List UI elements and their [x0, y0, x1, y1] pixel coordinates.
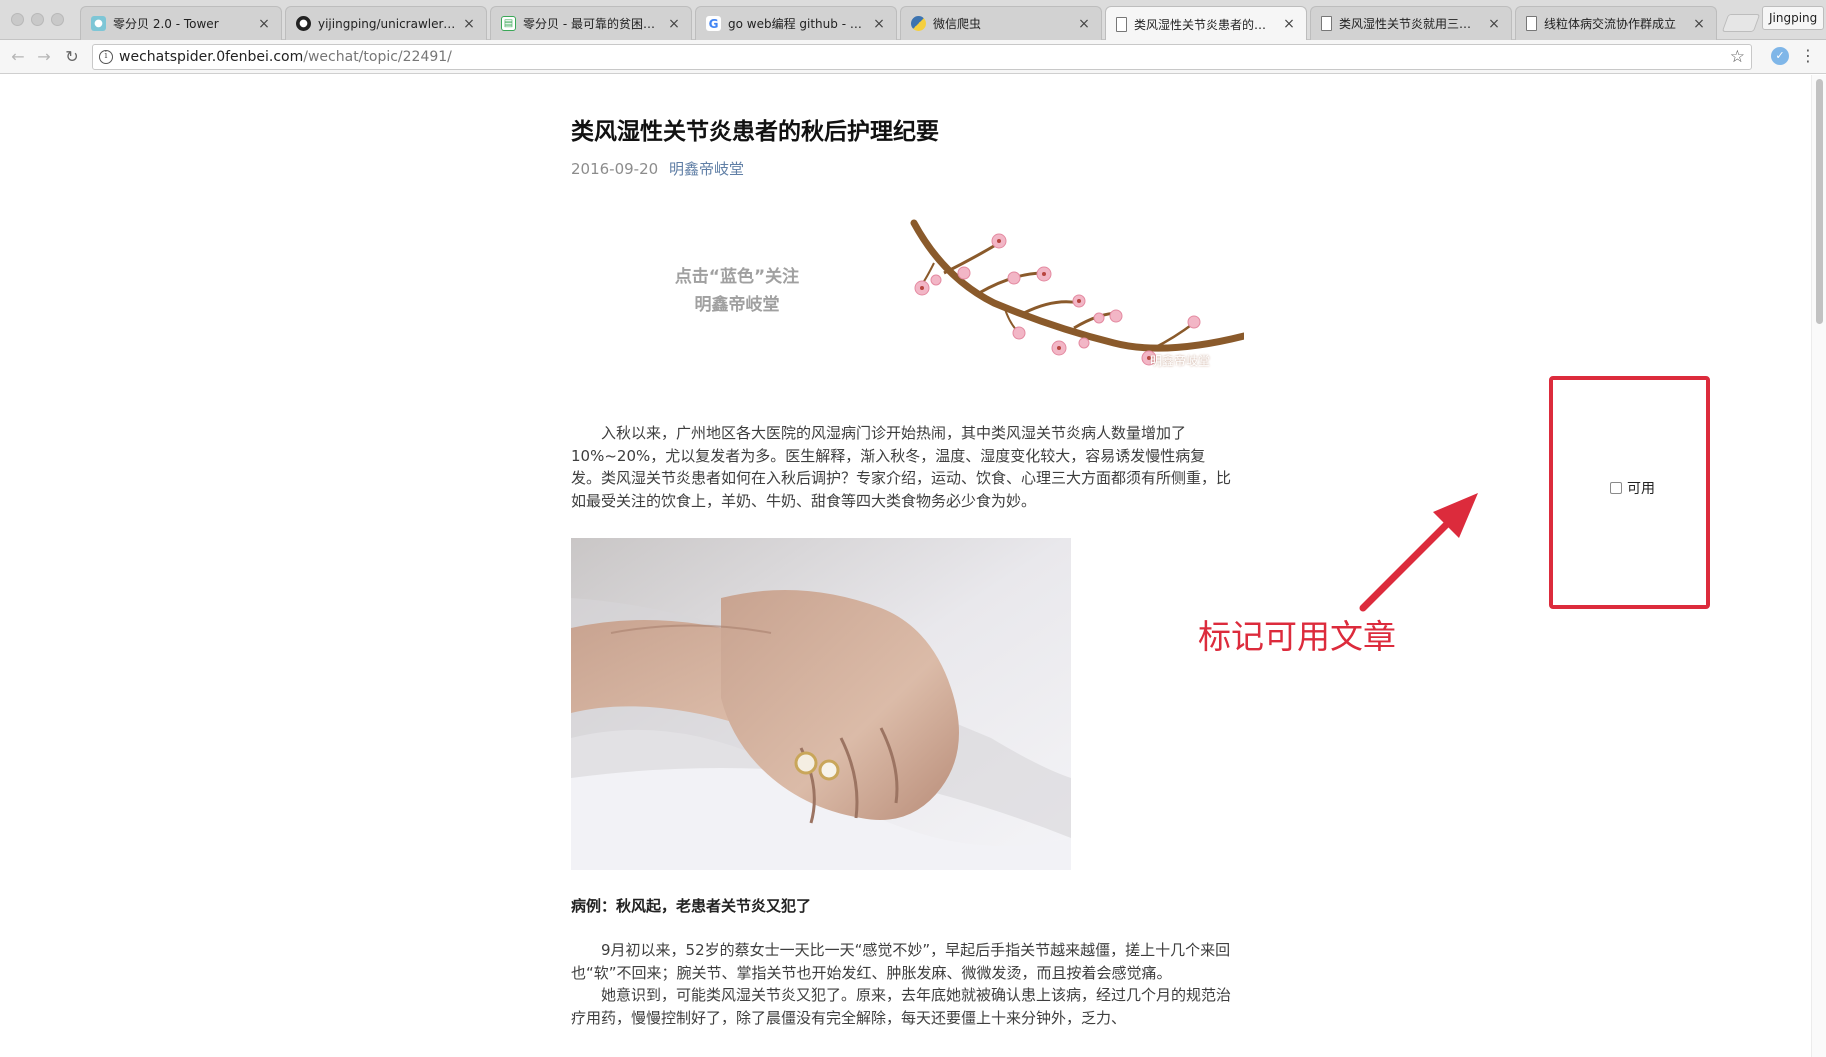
tab-title: 零分贝 - 最可靠的贫困户信息 — [523, 17, 661, 31]
github-icon: ● — [296, 16, 311, 31]
tab-close-icon[interactable]: × — [1692, 16, 1706, 32]
browser-tab[interactable]: ● yijingping/unicrawler: 一个 × — [285, 6, 487, 40]
tab-title: 类风湿性关节炎就用三七治疗 — [1339, 17, 1481, 31]
url-host: wechatspider.0fenbei.com — [119, 49, 304, 65]
url-path: /wechat/topic/22491/ — [303, 49, 452, 65]
page-icon — [1526, 16, 1537, 31]
address-bar[interactable]: i wechatspider.0fenbei.com/wechat/topic/… — [92, 44, 1752, 70]
follow-banner-text: 点击“蓝色”关注 明鑫帝岐堂 — [652, 263, 822, 319]
article-author-link[interactable]: 明鑫帝岐堂 — [669, 160, 744, 178]
intro-text: 入秋以来，广州地区各大医院的风湿病门诊开始热闹，其中类风湿关节炎病人数量增加了1… — [571, 424, 1232, 511]
back-arrow-icon[interactable]: ← — [8, 47, 28, 67]
tab-title: 零分贝 2.0 - Tower — [113, 17, 219, 31]
new-tab-button[interactable] — [1721, 14, 1761, 32]
reload-icon[interactable]: ↻ — [62, 47, 82, 67]
bookmark-star-icon[interactable]: ☆ — [1730, 47, 1745, 67]
browser-tab-active[interactable]: 类风湿性关节炎患者的秋后护 × — [1105, 6, 1307, 41]
article-title: 类风湿性关节炎患者的秋后护理纪要 — [571, 119, 939, 145]
browser-tab[interactable]: 类风湿性关节炎就用三七治疗 × — [1310, 6, 1512, 40]
available-checkbox[interactable]: 可用 — [1610, 478, 1655, 498]
forward-arrow-icon[interactable]: → — [34, 47, 54, 67]
tower-icon: ● — [91, 16, 106, 31]
annotation-label: 标记可用文章 — [1198, 617, 1396, 656]
tab-close-icon[interactable]: × — [1282, 16, 1296, 32]
browser-tab[interactable]: ▤ 零分贝 - 最可靠的贫困户信息 × — [490, 6, 692, 40]
page-icon — [1116, 16, 1127, 32]
case-paragraph-2: 她意识到，可能类风湿关节炎又犯了。原来，去年底她就被确认患上该病，经过几个月的规… — [571, 986, 1232, 1028]
intro-paragraph: 入秋以来，广州地区各大医院的风湿病门诊开始热闹，其中类风湿关节炎病人数量增加了1… — [571, 422, 1231, 513]
tab-close-icon[interactable]: × — [872, 16, 886, 32]
tab-title: 微信爬虫 — [933, 17, 982, 31]
tab-close-icon[interactable]: × — [667, 16, 681, 32]
google-icon: G — [706, 16, 721, 31]
tab-title: 线粒体病交流协作群成立 — [1544, 17, 1677, 31]
page-icon — [1321, 16, 1332, 31]
annotation-arrow-icon — [1359, 493, 1478, 612]
browser-tab-strip: ● 零分贝 2.0 - Tower × ● yijingping/unicraw… — [0, 0, 1826, 41]
doc-icon: ▤ — [501, 16, 516, 31]
browser-tab[interactable]: 线粒体病交流协作群成立 × — [1515, 6, 1717, 40]
tab-close-icon[interactable]: × — [257, 16, 271, 32]
tab-close-icon[interactable]: × — [462, 16, 476, 32]
scrollbar-thumb[interactable] — [1816, 79, 1823, 324]
article-photo — [571, 538, 1071, 870]
browser-tab[interactable]: ● 零分贝 2.0 - Tower × — [80, 6, 282, 40]
browser-tab[interactable]: 微信爬虫 × — [900, 6, 1102, 40]
article-meta: 2016-09-20 明鑫帝岐堂 — [571, 158, 744, 179]
tab-close-icon[interactable]: × — [1487, 16, 1501, 32]
browser-tab[interactable]: G go web编程 github - Googl × — [695, 6, 897, 40]
tab-title: 类风湿性关节炎患者的秋后护 — [1134, 17, 1276, 32]
window-zoom-button[interactable] — [51, 13, 64, 26]
banner-watermark: 明鑫帝岐堂 — [1150, 354, 1211, 368]
site-info-icon[interactable]: i — [99, 50, 113, 64]
blossom-branch-image — [910, 219, 1244, 366]
window-minimize-button[interactable] — [31, 13, 44, 26]
case-heading: 病例：秋风起，老患者关节炎又犯了 — [571, 897, 812, 915]
follow-line-1: 点击“蓝色”关注 — [674, 267, 800, 287]
browser-toolbar: ← → ↻ i wechatspider.0fenbei.com/wechat/… — [0, 40, 1826, 74]
article-date: 2016-09-20 — [571, 160, 659, 178]
case-paragraphs: 9月初以来，52岁的蔡女士一天比一天“感觉不妙”，早起后手指关节越来越僵，搓上十… — [571, 939, 1231, 1030]
profile-button[interactable]: Jingping — [1762, 6, 1825, 30]
tab-title: go web编程 github - Googl — [728, 17, 866, 31]
url-text[interactable]: wechatspider.0fenbei.com/wechat/topic/22… — [119, 49, 452, 65]
extension-icon[interactable]: ✓ — [1771, 47, 1789, 65]
python-icon — [911, 16, 926, 31]
tab-title: yijingping/unicrawler: 一个 — [318, 17, 456, 31]
case-paragraph-1: 9月初以来，52岁的蔡女士一天比一天“感觉不妙”，早起后手指关节越来越僵，搓上十… — [571, 941, 1231, 982]
window-close-button[interactable] — [11, 13, 24, 26]
tab-close-icon[interactable]: × — [1077, 16, 1091, 32]
vertical-scrollbar[interactable] — [1811, 75, 1826, 1057]
checkbox-label[interactable]: 可用 — [1627, 478, 1655, 498]
checkbox-square[interactable] — [1610, 482, 1622, 494]
browser-menu-icon[interactable]: ⋮ — [1800, 46, 1816, 66]
follow-line-2: 明鑫帝岐堂 — [694, 295, 780, 315]
